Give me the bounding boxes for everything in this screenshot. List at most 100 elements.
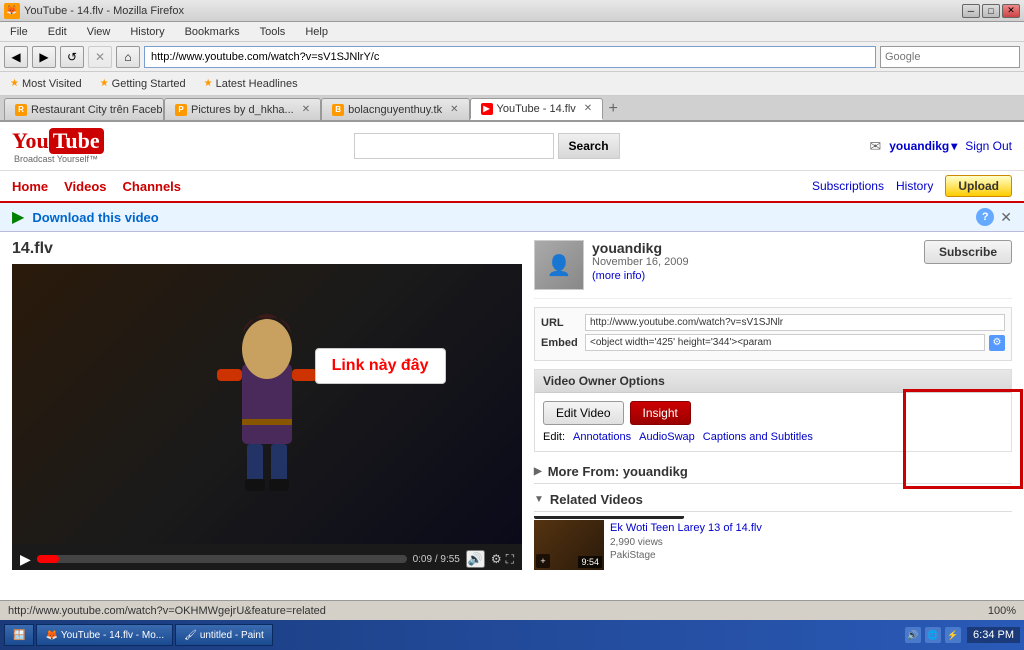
yt-search-input[interactable]: [354, 133, 554, 159]
channel-info: 👤 youandikg November 16, 2009 (more info…: [534, 240, 1012, 299]
browser-search-input[interactable]: [880, 46, 1020, 68]
menu-history[interactable]: History: [124, 24, 170, 40]
download-bar: ▶ Download this video ? ✕: [0, 203, 1024, 232]
play-pause-button[interactable]: ▶: [20, 551, 31, 568]
reload-button[interactable]: ↺: [60, 46, 84, 68]
yt-username[interactable]: youandikg ▾: [889, 139, 957, 153]
related-info-0: Ek Woti Teen Larey 13 of 14.flv 2,990 vi…: [610, 520, 1012, 570]
progress-bar[interactable]: [37, 555, 407, 563]
forward-button[interactable]: ▶: [32, 46, 56, 68]
channel-name[interactable]: youandikg: [592, 240, 916, 256]
ctrl-icons: ⚙ ⛶: [491, 552, 514, 567]
page-body: You Tube Broadcast Yourself™ Search ✉ yo…: [0, 122, 1024, 620]
tab-close-pb[interactable]: ✕: [302, 104, 310, 115]
tab-youtube[interactable]: ▶ YouTube - 14.flv ✕: [470, 98, 604, 120]
settings-ctrl-icon[interactable]: ⚙: [491, 552, 502, 567]
related-meta-0: 2,990 views: [610, 537, 1012, 548]
nav-subscriptions[interactable]: Subscriptions: [812, 179, 884, 193]
menu-bookmarks[interactable]: Bookmarks: [179, 24, 246, 40]
download-help-button[interactable]: ?: [976, 208, 994, 226]
volume-button[interactable]: 🔊: [466, 550, 485, 568]
menu-view[interactable]: View: [81, 24, 117, 40]
menu-edit[interactable]: Edit: [42, 24, 73, 40]
more-from-header[interactable]: ▶ More From: youandikg: [534, 460, 1012, 484]
embed-input[interactable]: [585, 334, 985, 351]
minimize-button[interactable]: ─: [962, 4, 980, 18]
nav-home[interactable]: Home: [12, 177, 48, 196]
nav-channels[interactable]: Channels: [123, 177, 182, 196]
captions-link[interactable]: Captions and Subtitles: [703, 431, 813, 443]
nav-videos[interactable]: Videos: [64, 177, 106, 196]
bookmark-getting-started[interactable]: ★ Getting Started: [94, 76, 192, 92]
tab-close-yt[interactable]: ✕: [584, 103, 592, 114]
channel-details: youandikg November 16, 2009 (more info): [592, 240, 916, 282]
download-link[interactable]: Download this video: [32, 210, 158, 225]
url-row: URL: [541, 314, 1005, 331]
menu-help[interactable]: Help: [299, 24, 334, 40]
youtube-page: You Tube Broadcast Yourself™ Search ✉ yo…: [0, 122, 1024, 600]
title-bar-text: YouTube - 14.flv - Mozilla Firefox: [24, 5, 184, 17]
status-bar: http://www.youtube.com/watch?v=OKHMWgejr…: [0, 600, 1024, 620]
add-to-playlist-0[interactable]: +: [536, 554, 550, 568]
embed-options-button[interactable]: ⚙: [989, 335, 1005, 351]
edit-label: Edit:: [543, 431, 565, 443]
bookmark-most-visited[interactable]: ★ Most Visited: [4, 76, 88, 92]
subscribe-button[interactable]: Subscribe: [924, 240, 1012, 264]
tab-favicon-pb: P: [175, 104, 187, 116]
upload-button[interactable]: Upload: [945, 175, 1012, 197]
title-bar-buttons: ─ □ ✕: [962, 4, 1020, 18]
address-bar[interactable]: [144, 46, 876, 68]
tabs-bar: R Restaurant City trên Facebook ✕ P Pict…: [0, 96, 1024, 122]
yt-logo[interactable]: You Tube: [12, 128, 104, 154]
maximize-button[interactable]: □: [982, 4, 1000, 18]
menu-file[interactable]: File: [4, 24, 34, 40]
browser-window: File Edit View History Bookmarks Tools H…: [0, 22, 1024, 620]
fullscreen-icon[interactable]: ⛶: [506, 552, 514, 567]
clock: 6:34 PM: [967, 627, 1020, 643]
home-button[interactable]: ⌂: [116, 46, 140, 68]
back-button[interactable]: ◀: [4, 46, 28, 68]
tab-bolac[interactable]: B bolacnguyenthuy.tk ✕: [321, 98, 469, 120]
owner-options-header: Video Owner Options: [535, 370, 1011, 393]
channel-date: November 16, 2009: [592, 256, 916, 268]
systray-icon-1: 🔊: [905, 627, 921, 643]
systray-icons: 🔊 🌐 ⚡: [905, 627, 961, 643]
download-close-button[interactable]: ✕: [1000, 209, 1012, 226]
tab-label-bolac: bolacnguyenthuy.tk: [348, 104, 442, 116]
tab-close-bolac[interactable]: ✕: [450, 104, 458, 115]
yt-nav: Home Videos Channels Subscriptions Histo…: [0, 171, 1024, 203]
owner-btns: Edit Video Insight: [543, 401, 1003, 425]
channel-more-link[interactable]: (more info): [592, 270, 645, 282]
tab-photobucket[interactable]: P Pictures by d_hkha... ✕: [164, 98, 321, 120]
related-videos-header[interactable]: ▼ Related Videos: [534, 488, 1012, 512]
close-button[interactable]: ✕: [1002, 4, 1020, 18]
taskbar-right: 🔊 🌐 ⚡ 6:34 PM: [905, 627, 1020, 643]
start-button[interactable]: 🪟: [4, 624, 34, 646]
edit-video-button[interactable]: Edit Video: [543, 401, 624, 425]
tab-restaurant-city[interactable]: R Restaurant City trên Facebook ✕: [4, 98, 164, 120]
annotations-link[interactable]: Annotations: [573, 431, 631, 443]
related-thumb-0[interactable]: 9:54 +: [534, 520, 604, 570]
browser-content: You Tube Broadcast Yourself™ Search ✉ yo…: [0, 122, 1024, 600]
insight-button[interactable]: Insight: [630, 401, 691, 425]
audioswap-link[interactable]: AudioSwap: [639, 431, 695, 443]
video-link-overlay: Link này đây: [315, 348, 446, 384]
related-title-0[interactable]: Ek Woti Teen Larey 13 of 14.flv: [610, 522, 762, 534]
progress-fill: [37, 555, 59, 563]
taskbar-paint[interactable]: 🖌 untitled - Paint: [175, 624, 273, 646]
yt-signout-link[interactable]: Sign Out: [965, 139, 1012, 153]
nav-history[interactable]: History: [896, 179, 933, 193]
stop-button[interactable]: ✕: [88, 46, 112, 68]
menu-bar: File Edit View History Bookmarks Tools H…: [0, 22, 1024, 42]
embed-row: Embed ⚙: [541, 334, 1005, 351]
bookmark-latest-headlines[interactable]: ★ Latest Headlines: [198, 76, 304, 92]
yt-search-button[interactable]: Search: [558, 133, 620, 159]
related-videos-list: 9:54 + Ek Woti Teen Larey 13 of 14.flv 2…: [534, 516, 1012, 570]
menu-tools[interactable]: Tools: [254, 24, 292, 40]
taskbar-firefox[interactable]: 🦊 YouTube - 14.flv - Mo...: [36, 624, 173, 646]
video-controls[interactable]: ▶ 0:09 / 9:55 🔊 ⚙ ⛶: [12, 544, 522, 570]
new-tab-button[interactable]: +: [603, 98, 623, 120]
url-input[interactable]: [585, 314, 1005, 331]
yt-broadcast: Broadcast Yourself™: [14, 154, 104, 164]
zoom-level: 100%: [988, 605, 1016, 617]
